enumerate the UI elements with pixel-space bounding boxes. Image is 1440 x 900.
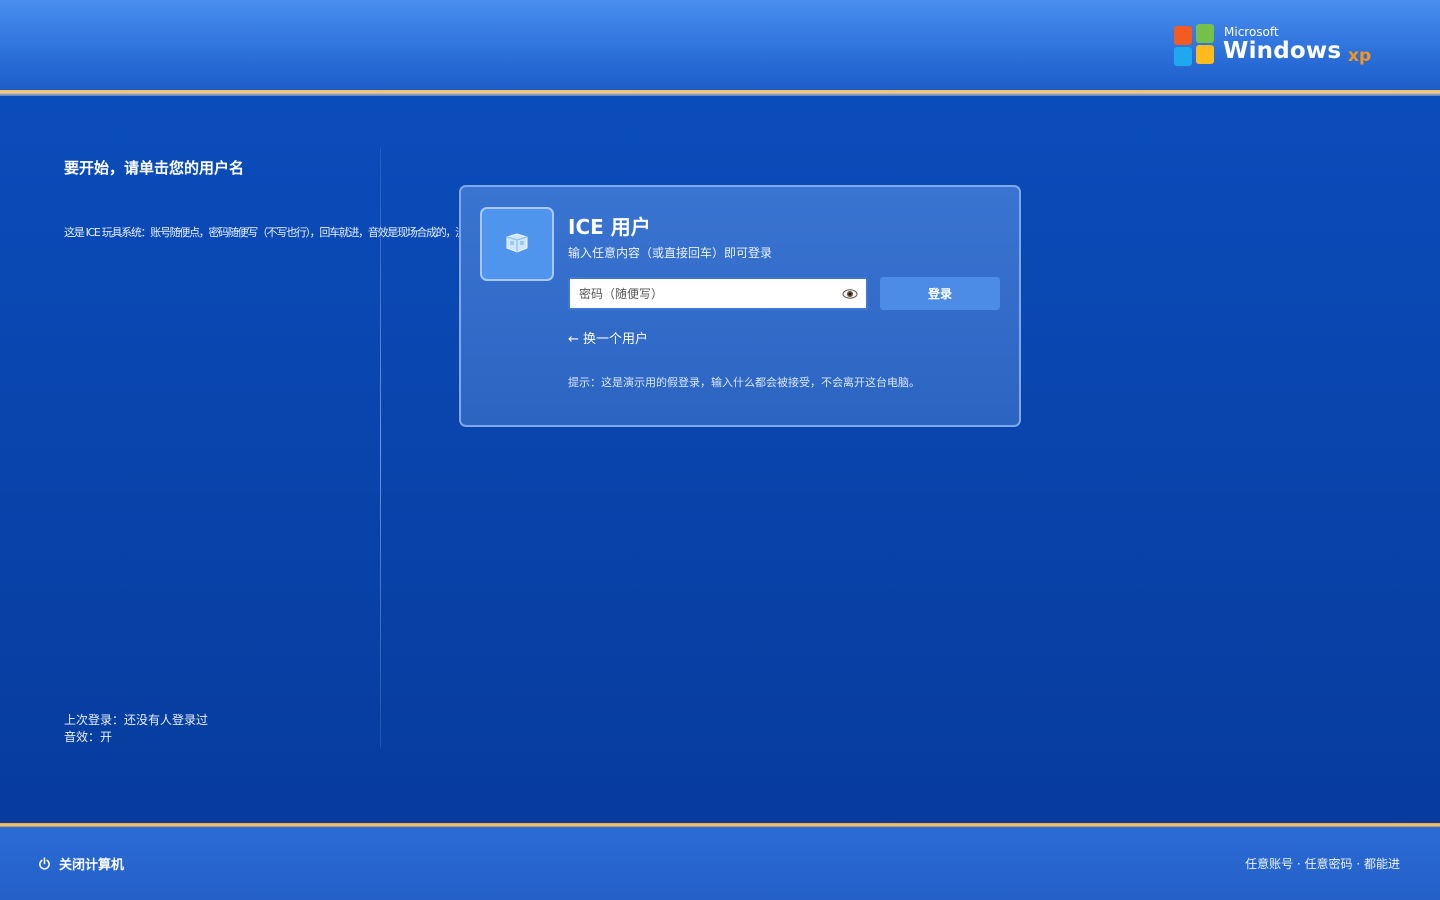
login-button[interactable]: 登录 <box>880 277 1000 310</box>
power-icon <box>39 856 50 870</box>
windows-flag-icon <box>1174 24 1214 66</box>
logo-windows-text: Windows <box>1223 38 1342 64</box>
logo-xp-text: xp <box>1348 46 1372 66</box>
ice-cube-icon <box>506 233 528 253</box>
shutdown-label: 关闭计算机 <box>59 857 125 873</box>
shutdown-button[interactable]: 关闭计算机 <box>38 854 125 873</box>
user-login-card: ICE 用户 输入任意内容（或直接回车）即可登录 登录 ← 换一个用户 提示：这… <box>459 185 1021 427</box>
user-name[interactable]: ICE 用户 <box>568 211 651 240</box>
sound-status-text: 音效：开 <box>64 730 113 744</box>
login-hint: 输入任意内容（或直接回车）即可登录 <box>568 246 773 260</box>
bottom-note: 任意账号 · 任意密码 · 都能进 <box>1245 857 1400 871</box>
switch-user-link[interactable]: ← 换一个用户 <box>568 328 648 347</box>
bottom-bar: 关闭计算机 任意账号 · 任意密码 · 都能进 <box>0 828 1440 900</box>
vertical-divider <box>380 148 381 748</box>
top-banner: Microsoft Windows xp <box>0 0 1440 90</box>
password-input[interactable] <box>570 279 866 308</box>
last-login-text: 上次登录：还没有人登录过 <box>64 713 209 727</box>
password-box <box>568 277 868 310</box>
windows-xp-logo: Microsoft Windows xp <box>1172 22 1382 72</box>
welcome-title: 要开始，请单击您的用户名 <box>64 159 245 177</box>
eye-icon[interactable] <box>842 286 858 302</box>
user-avatar[interactable] <box>480 207 554 281</box>
login-info: 上次登录：还没有人登录过 音效：开 <box>64 712 208 746</box>
welcome-description: 这是 ICE 玩具系统：账号随便点，密码随便写（不写也行），回车就进，音效是现场… <box>64 226 524 239</box>
login-tip: 提示：这是演示用的假登录，输入什么都会被接受，不会离开这台电脑。 <box>568 376 920 389</box>
logo-microsoft-text: Microsoft <box>1224 25 1279 39</box>
top-accent-line <box>0 90 1440 96</box>
